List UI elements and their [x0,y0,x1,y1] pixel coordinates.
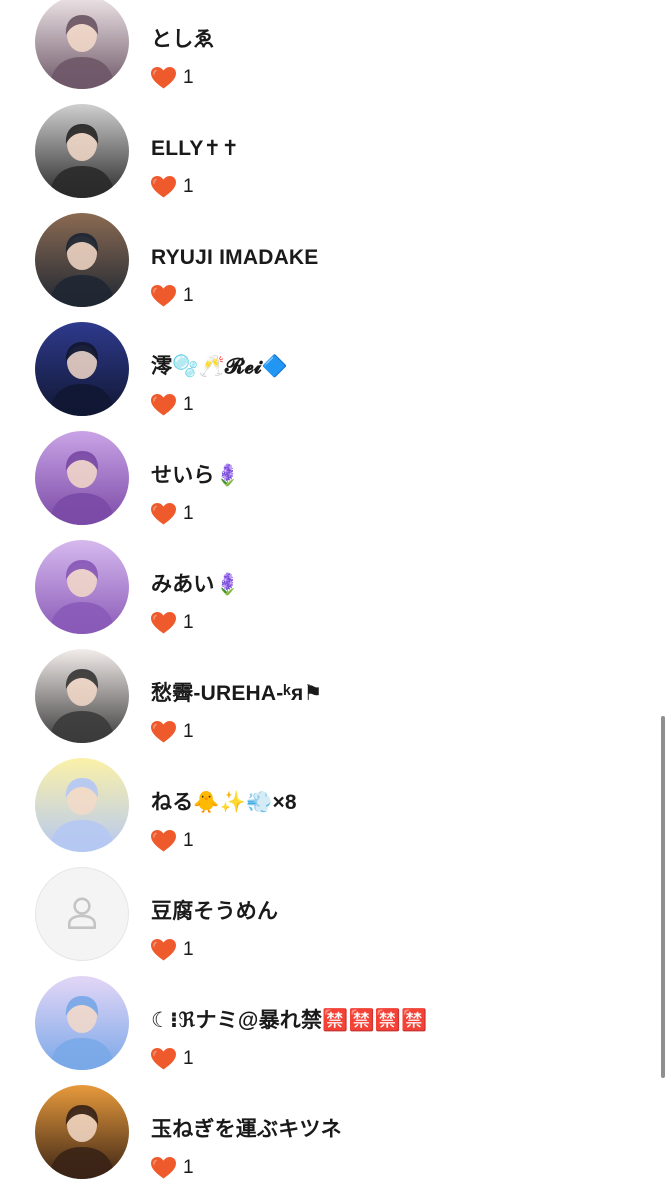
illustration-avatar [35,758,129,852]
list-item[interactable]: せいら🪻 1 [0,413,660,525]
photo-avatar [35,104,129,198]
illustration-avatar [35,322,129,416]
illustration-avatar [35,1085,129,1179]
list-item[interactable]: みあい🪻 1 [0,522,660,634]
heart-icon [151,1157,176,1179]
user-name[interactable]: せいら🪻 [151,463,241,489]
avatar[interactable] [35,758,129,852]
avatar[interactable] [35,0,129,89]
avatar[interactable] [35,104,129,198]
user-name[interactable]: みあい🪻 [151,572,241,598]
default-user-icon [68,897,96,929]
user-name[interactable]: 玉ねぎを運ぶキツネ [151,1117,342,1143]
list-item[interactable]: としゑ 1 [0,0,660,89]
photo-avatar [35,213,129,307]
like-count: 1 [183,1157,194,1178]
list-item[interactable]: 愁霽-UREHA-ᵏᴙ⚑ 1 [0,631,660,743]
user-name[interactable]: ELLY✝✝ [151,136,239,162]
user-name[interactable]: 澪🫧🥂𝓡𝓮𝓲🔷 [151,354,288,380]
illustration-avatar [35,540,129,634]
avatar[interactable] [35,540,129,634]
user-name[interactable]: 豆腐そうめん [151,899,278,925]
avatar[interactable] [35,649,129,743]
illustration-avatar [35,649,129,743]
user-name[interactable]: RYUJI IMADAKE [151,245,319,271]
photo-avatar [35,0,129,89]
illustration-avatar [35,431,129,525]
avatar[interactable] [35,213,129,307]
list-item[interactable]: RYUJI IMADAKE 1 [0,195,660,307]
list-item[interactable]: ねる🐥✨💨×8 1 [0,740,660,852]
user-name[interactable]: としゑ [151,27,215,53]
user-name[interactable]: ねる🐥✨💨×8 [151,790,297,816]
list-item[interactable]: 玉ねぎを運ぶキツネ 1 [0,1067,660,1179]
avatar[interactable] [35,1085,129,1179]
like-count-group: 1 [150,1155,194,1181]
list-item[interactable]: ELLY✝✝ 1 [0,86,660,198]
list-item[interactable]: 豆腐そうめん 1 [0,849,660,961]
avatar[interactable] [35,976,129,1070]
user-name[interactable]: ☾⁝ℜナミ@暴れ禁🈲🈲🈲🈲 [151,1008,428,1034]
avatar[interactable] [35,867,129,961]
avatar[interactable] [35,431,129,525]
list-item[interactable]: ☾⁝ℜナミ@暴れ禁🈲🈲🈲🈲 1 [0,958,660,1070]
user-name[interactable]: 愁霽-UREHA-ᵏᴙ⚑ [151,681,322,707]
avatar[interactable] [35,322,129,416]
list-item[interactable]: 澪🫧🥂𝓡𝓮𝓲🔷 1 [0,304,660,416]
illustration-avatar [35,976,129,1070]
scrollbar[interactable] [661,716,665,1078]
user-like-list: としゑ 1 ELLY✝✝ 1 RYUJI IMADAKE 1 澪🫧🥂𝓡𝓮𝓲🔷 1… [0,0,660,1179]
